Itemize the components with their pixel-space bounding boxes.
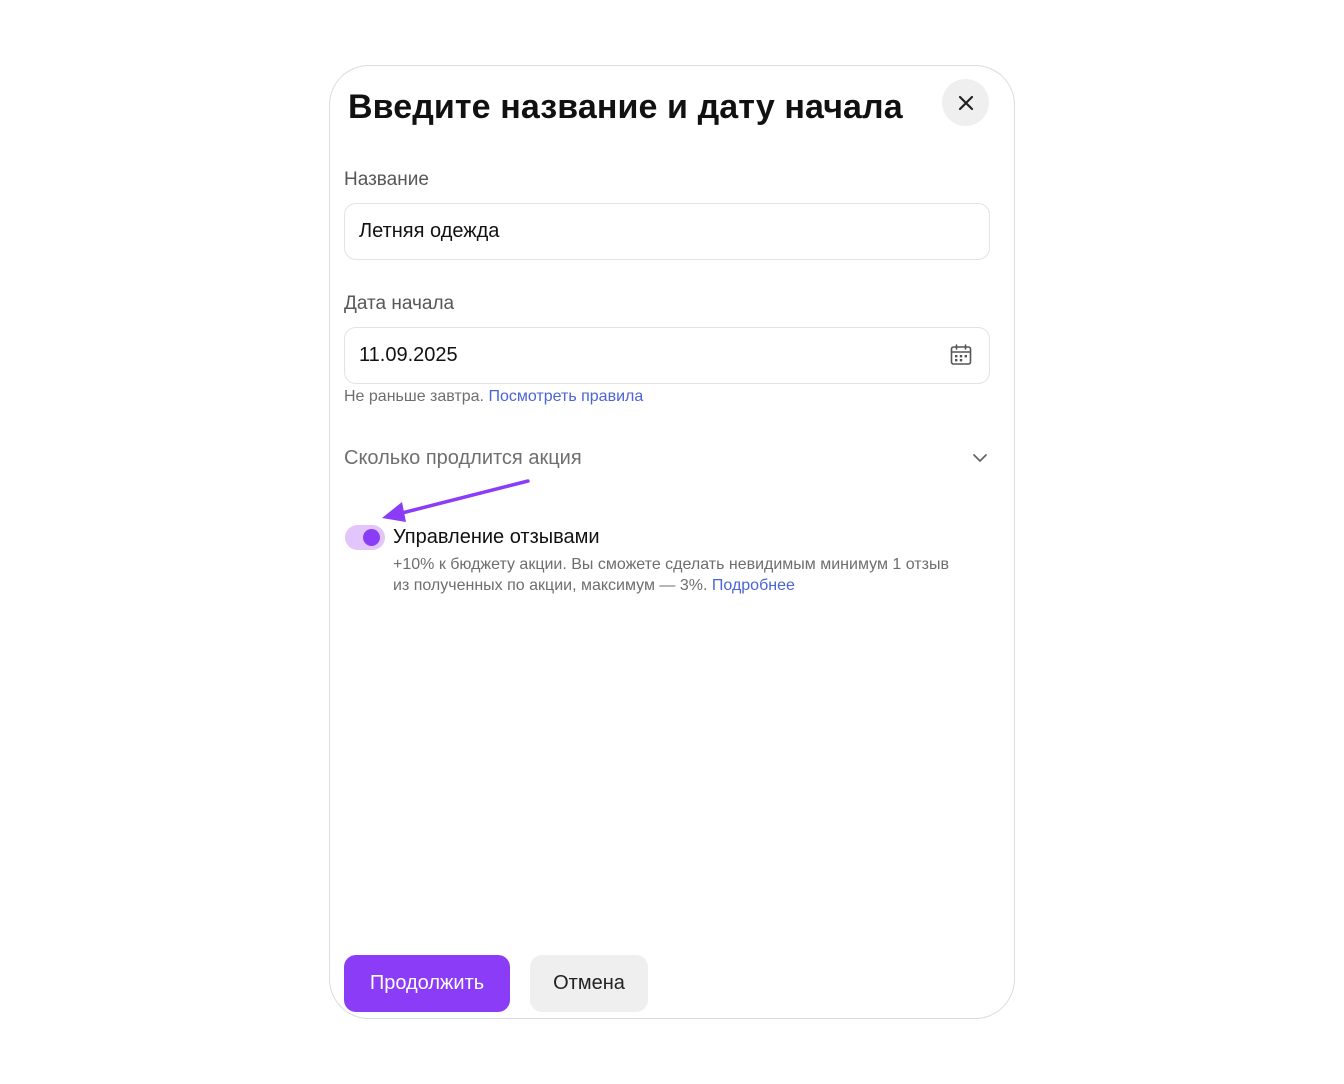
- start-date-hint: Не раньше завтра. Посмотреть правила: [344, 388, 643, 406]
- duration-label: Сколько продлится акция: [344, 447, 582, 469]
- toggle-knob: [363, 529, 380, 546]
- close-icon: [958, 95, 973, 110]
- name-field[interactable]: [344, 203, 990, 260]
- review-management-description-text: +10% к бюджету акции. Вы сможете сделать…: [393, 556, 949, 594]
- chevron-down-icon: [973, 454, 987, 462]
- dialog-title: Введите название и дату начала: [348, 88, 903, 126]
- start-date-hint-text: Не раньше завтра.: [344, 388, 484, 405]
- duration-dropdown[interactable]: Сколько продлится акция: [344, 444, 990, 474]
- more-info-link[interactable]: Подробнее: [712, 577, 795, 594]
- close-button[interactable]: [942, 79, 989, 126]
- start-date-field[interactable]: [344, 327, 990, 384]
- review-management-toggle[interactable]: [345, 525, 385, 550]
- continue-button[interactable]: Продолжить: [344, 955, 510, 1012]
- review-management-title: Управление отзывами: [393, 526, 600, 548]
- name-field-label: Название: [344, 169, 429, 190]
- review-management-description: +10% к бюджету акции. Вы сможете сделать…: [393, 554, 953, 596]
- start-date-label: Дата начала: [344, 293, 455, 314]
- rules-link[interactable]: Посмотреть правила: [488, 388, 643, 405]
- calendar-icon[interactable]: [949, 343, 973, 367]
- name-input[interactable]: [359, 204, 919, 259]
- start-date-input[interactable]: [359, 328, 919, 383]
- arrow-annotation-icon: [382, 479, 530, 522]
- cancel-button[interactable]: Отмена: [530, 955, 648, 1012]
- promo-dialog: Введите название и дату начала Название …: [329, 65, 1015, 1019]
